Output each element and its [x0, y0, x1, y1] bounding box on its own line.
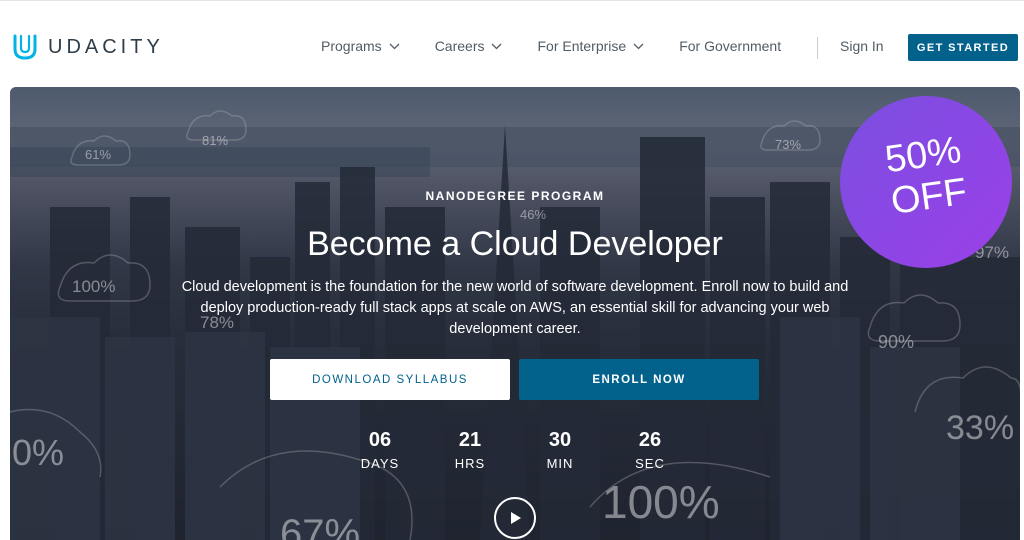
play-video-button[interactable]	[494, 497, 536, 539]
background-percentage-label: 0%	[12, 432, 65, 473]
nav-item-label: Programs	[321, 38, 382, 54]
background-percentage-label: 67%	[280, 512, 361, 540]
nav-item-careers[interactable]: Careers	[435, 38, 503, 54]
enroll-now-button[interactable]: ENROLL NOW	[519, 359, 759, 400]
countdown-label: SEC	[635, 456, 665, 471]
background-percentage-label: 81%	[202, 133, 229, 148]
top-navigation-bar: UDACITY Programs Careers For Enterprise …	[0, 0, 1024, 87]
countdown-seconds: 26 SEC	[620, 429, 680, 471]
chevron-down-icon	[492, 43, 502, 49]
udacity-logo[interactable]: UDACITY	[12, 33, 164, 61]
nav-item-for-enterprise[interactable]: For Enterprise	[537, 38, 644, 54]
countdown-hours: 21 HRS	[440, 429, 500, 471]
chevron-down-icon	[633, 43, 644, 49]
get-started-button[interactable]: GET STARTED	[908, 34, 1018, 61]
discount-badge-text: 50% OFF	[835, 122, 1017, 229]
background-percentage-label: 33%	[946, 409, 1015, 447]
countdown-value: 06	[368, 429, 392, 451]
countdown-minutes: 30 MIN	[530, 429, 590, 471]
play-icon	[511, 512, 521, 524]
background-percentage-label: 100%	[72, 277, 116, 296]
nav-item-programs[interactable]: Programs	[321, 38, 400, 54]
nav-divider	[817, 37, 818, 59]
udacity-logo-icon	[13, 34, 37, 60]
countdown-value: 30	[548, 429, 572, 451]
hero-description: Cloud development is the foundation for …	[181, 279, 849, 337]
countdown-days: 06 DAYS	[350, 429, 410, 471]
countdown-value: 26	[638, 429, 662, 451]
countdown-label: DAYS	[360, 456, 400, 471]
brand-wordmark: UDACITY	[48, 35, 164, 58]
background-percentage-label: 73%	[775, 137, 802, 152]
main-nav: Programs Careers For Enterprise For Gove…	[321, 38, 781, 54]
nav-item-label: Careers	[434, 38, 485, 54]
background-percentage-label: 46%	[520, 207, 547, 222]
countdown-label: MIN	[546, 456, 574, 471]
countdown-timer: 06 DAYS 21 HRS 30 MIN 26 SEC	[350, 429, 680, 471]
nav-item-label: For Enterprise	[537, 38, 627, 54]
countdown-label: HRS	[454, 456, 486, 471]
nav-item-label: For Government	[679, 38, 782, 54]
background-percentage-label: 90%	[878, 332, 915, 352]
background-percentage-label: 100%	[602, 476, 720, 528]
countdown-value: 21	[458, 429, 482, 451]
discount-badge: 50% OFF	[840, 96, 1012, 268]
nav-item-for-government[interactable]: For Government	[679, 38, 781, 54]
download-syllabus-button[interactable]: DOWNLOAD SYLLABUS	[270, 359, 510, 400]
sign-in-link[interactable]: Sign In	[840, 38, 884, 54]
chevron-down-icon	[389, 43, 400, 49]
background-percentage-label: 61%	[85, 147, 112, 162]
